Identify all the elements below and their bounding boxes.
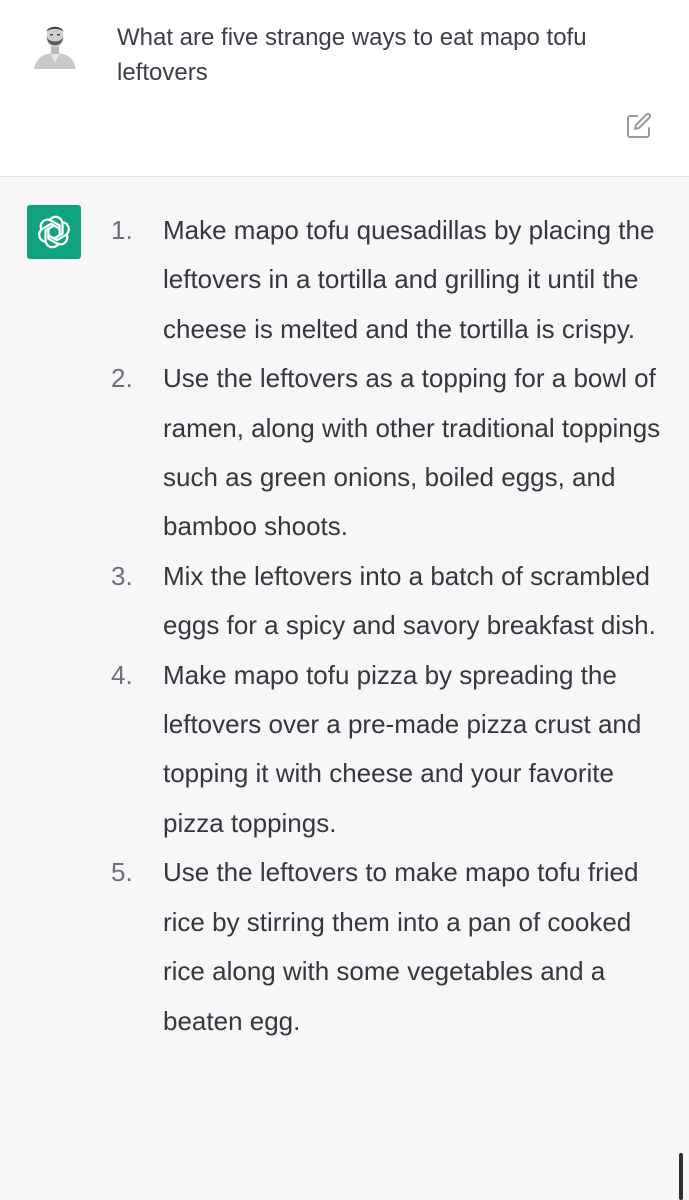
user-avatar [28, 15, 82, 69]
list-item-number: 3. [111, 560, 133, 591]
list-item: 3. Mix the leftovers into a batch of scr… [0, 552, 689, 651]
scrollbar-thumb[interactable] [679, 1153, 683, 1200]
list-item-text: Use the leftovers to make mapo tofu frie… [163, 857, 639, 1036]
user-avatar-photo-icon [28, 15, 82, 69]
list-item-text: Make mapo tofu pizza by spreading the le… [163, 659, 642, 838]
edit-icon[interactable] [624, 111, 654, 141]
user-message: What are five strange ways to eat mapo t… [0, 0, 689, 177]
list-item-text: Mix the leftovers into a batch of scramb… [163, 560, 656, 641]
list-item-number: 2. [111, 363, 133, 394]
list-item-number: 1. [111, 215, 133, 245]
list-item: 4. Make mapo tofu pizza by spreading the… [0, 651, 689, 849]
list-item-text: Make mapo tofu quesadillas by placing th… [163, 215, 655, 344]
list-item: 2. Use the leftovers as a topping for a … [0, 354, 689, 552]
assistant-answer-list: 1. Make mapo tofu quesadillas by placing… [0, 206, 689, 1046]
list-item: 5. Use the leftovers to make mapo tofu f… [0, 848, 689, 1046]
chat-page: What are five strange ways to eat mapo t… [0, 0, 689, 1200]
list-item: 1. Make mapo tofu quesadillas by placing… [0, 206, 689, 354]
list-item-number: 4. [111, 659, 133, 690]
list-item-text: Use the leftovers as a topping for a bow… [163, 363, 661, 542]
list-item-number: 5. [111, 857, 133, 888]
user-message-text: What are five strange ways to eat mapo t… [117, 24, 587, 86]
